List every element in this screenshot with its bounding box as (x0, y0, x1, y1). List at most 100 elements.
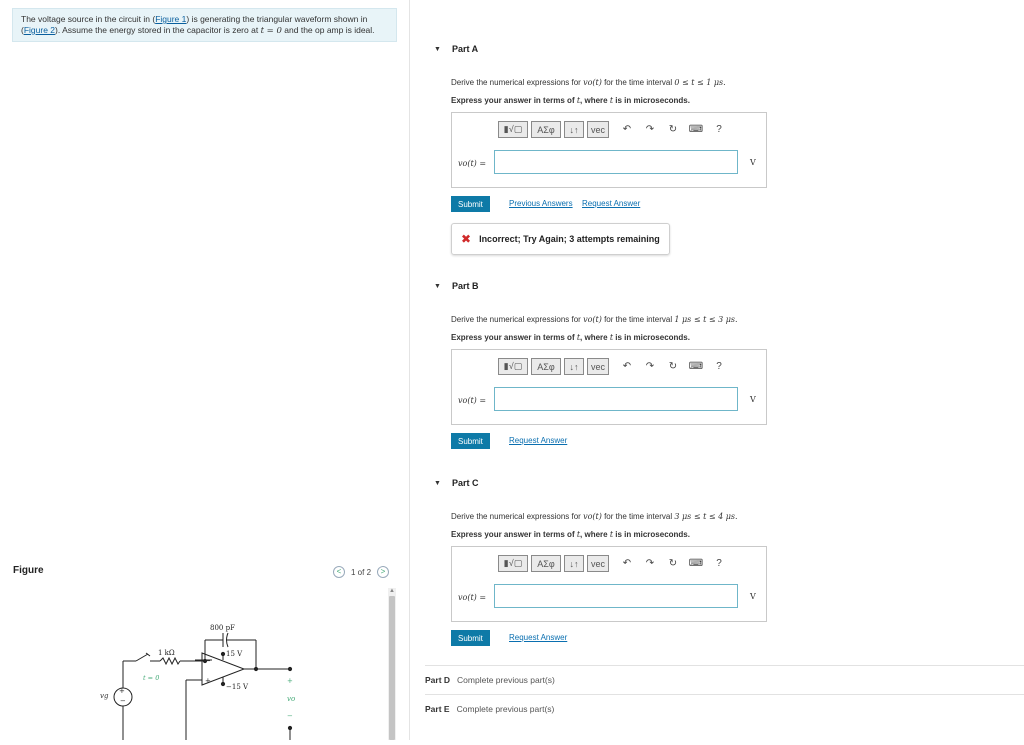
output-label: vo (287, 695, 295, 703)
circuit-figure: + − vg t = 0 1 kΩ 800 pF − + 15 V −15 V … (12, 588, 397, 740)
part-b-request-answer-link[interactable]: Request Answer (509, 436, 567, 445)
vector-button[interactable]: vec (587, 121, 609, 138)
source-minus-label: − (120, 697, 126, 705)
part-c-title: Part C (451, 478, 479, 488)
intro-math: t = 0 (260, 26, 282, 36)
figure-page-indicator: 1 of 2 (351, 567, 372, 577)
instr-text-2: , where (580, 96, 610, 105)
part-c-request-answer-link[interactable]: Request Answer (509, 633, 567, 642)
figure-scrollbar[interactable]: ▲ (388, 588, 396, 740)
instr-text: Express your answer in terms of (451, 333, 577, 342)
prev-figure-button[interactable]: < (333, 566, 345, 578)
arrows-button[interactable]: ↓↑ (564, 121, 584, 138)
templates-button[interactable]: ▮√▢ (498, 121, 528, 138)
source-label: vg (100, 692, 109, 700)
reset-icon[interactable]: ↻ (664, 121, 682, 138)
vector-button[interactable]: vec (587, 555, 609, 572)
part-b-submit-button[interactable]: Submit (451, 433, 490, 449)
switch-icon (135, 653, 149, 662)
part-b-instructions: Express your answer in terms of t, where… (451, 333, 690, 342)
opamp-plus-label: + (205, 677, 211, 685)
instr-text-3: is in microseconds. (613, 333, 690, 342)
part-d-status: Complete previous part(s) (457, 675, 555, 685)
arrows-button[interactable]: ↓↑ (564, 358, 584, 375)
undo-icon[interactable]: ↶ (618, 555, 636, 572)
part-b-answer-input[interactable] (494, 387, 738, 411)
templates-button[interactable]: ▮√▢ (498, 358, 528, 375)
part-e-label: Part E (425, 704, 450, 714)
answer-lhs: vo(t) = (458, 159, 487, 168)
reset-icon[interactable]: ↻ (664, 358, 682, 375)
question-text-2: for the time interval (601, 315, 675, 324)
undo-icon[interactable]: ↶ (618, 121, 636, 138)
question-math-v: vo(t) (583, 512, 602, 521)
question-interval: 3 μs ≤ t ≤ 4 μs. (674, 512, 738, 521)
figure-2-link[interactable]: Figure 2 (24, 25, 55, 35)
part-a-header[interactable]: ▼ Part A (434, 44, 478, 54)
math-toolbar: ▮√▢ ΑΣφ ↓↑ vec ↶ ↷ ↻ ⌨ ? (498, 121, 733, 138)
problem-statement: The voltage source in the circuit in (Fi… (12, 8, 397, 42)
part-a-question: Derive the numerical expressions for vo(… (451, 78, 726, 87)
keyboard-icon[interactable]: ⌨ (687, 555, 705, 572)
help-icon[interactable]: ? (710, 358, 728, 375)
collapse-triangle-icon[interactable]: ▼ (434, 46, 441, 53)
reset-icon[interactable]: ↻ (664, 555, 682, 572)
resistor-icon (159, 656, 181, 666)
redo-icon[interactable]: ↷ (641, 555, 659, 572)
switch-time-label: t = 0 (143, 674, 159, 682)
source-plus-label: + (119, 687, 125, 695)
part-b-question: Derive the numerical expressions for vo(… (451, 315, 738, 324)
part-c-answer-box: ▮√▢ ΑΣφ ↓↑ vec ↶ ↷ ↻ ⌨ ? vo(t) = V (451, 546, 767, 622)
question-text: Derive the numerical expressions for (451, 512, 584, 521)
output-minus-label: − (287, 712, 293, 720)
instr-text-2: , where (580, 530, 610, 539)
collapse-triangle-icon[interactable]: ▼ (434, 480, 441, 487)
scrollbar-thumb[interactable] (389, 596, 395, 740)
answer-unit: V (750, 592, 756, 601)
question-interval: 0 ≤ t ≤ 1 μs. (674, 78, 726, 87)
help-icon[interactable]: ? (710, 121, 728, 138)
part-c-header[interactable]: ▼ Part C (434, 478, 478, 488)
undo-icon[interactable]: ↶ (618, 358, 636, 375)
circuit-diagram: + − vg t = 0 1 kΩ 800 pF − + 15 V −15 V … (100, 624, 295, 740)
scroll-up-icon[interactable]: ▲ (389, 588, 395, 594)
question-math-v: vo(t) (583, 315, 602, 324)
part-c-submit-button[interactable]: Submit (451, 630, 490, 646)
part-e-row: Part E Complete previous part(s) (425, 694, 1024, 723)
greek-symbols-button[interactable]: ΑΣφ (531, 358, 561, 375)
incorrect-feedback: ✖ Incorrect; Try Again; 3 attempts remai… (451, 223, 670, 255)
redo-icon[interactable]: ↷ (641, 358, 659, 375)
vector-button[interactable]: vec (587, 358, 609, 375)
part-b-title: Part B (451, 281, 479, 291)
answer-lhs: vo(t) = (458, 396, 487, 405)
part-a-instructions: Express your answer in terms of t, where… (451, 96, 690, 105)
part-a-submit-button[interactable]: Submit (451, 196, 490, 212)
resistor-label: 1 kΩ (158, 649, 175, 657)
collapse-triangle-icon[interactable]: ▼ (434, 283, 441, 290)
keyboard-icon[interactable]: ⌨ (687, 121, 705, 138)
instr-text-2: , where (580, 333, 610, 342)
question-text: Derive the numerical expressions for (451, 315, 584, 324)
part-c-answer-input[interactable] (494, 584, 738, 608)
part-b-answer-box: ▮√▢ ΑΣφ ↓↑ vec ↶ ↷ ↻ ⌨ ? vo(t) = V (451, 349, 767, 425)
incorrect-x-icon: ✖ (461, 232, 472, 246)
previous-answers-link[interactable]: Previous Answers (509, 199, 573, 208)
redo-icon[interactable]: ↷ (641, 121, 659, 138)
part-a-answer-input[interactable] (494, 150, 738, 174)
question-interval: 1 μs ≤ t ≤ 3 μs. (674, 315, 738, 324)
answer-lhs: vo(t) = (458, 593, 487, 602)
greek-symbols-button[interactable]: ΑΣφ (531, 555, 561, 572)
figure-heading: Figure (13, 565, 44, 576)
part-b-header[interactable]: ▼ Part B (434, 281, 478, 291)
question-text-2: for the time interval (601, 512, 675, 521)
figure-1-link[interactable]: Figure 1 (155, 14, 186, 24)
help-icon[interactable]: ? (710, 555, 728, 572)
greek-symbols-button[interactable]: ΑΣφ (531, 121, 561, 138)
templates-button[interactable]: ▮√▢ (498, 555, 528, 572)
keyboard-icon[interactable]: ⌨ (687, 358, 705, 375)
next-figure-button[interactable]: > (377, 566, 390, 578)
part-a-title: Part A (451, 44, 479, 54)
part-a-request-answer-link[interactable]: Request Answer (582, 199, 640, 208)
figure-pager: < 1 of 2 > (333, 566, 390, 578)
arrows-button[interactable]: ↓↑ (564, 555, 584, 572)
